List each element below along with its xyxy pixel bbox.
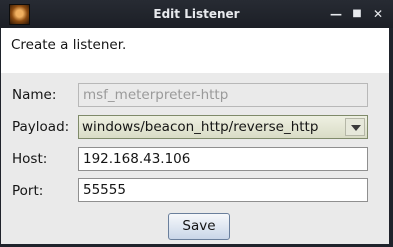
name-field: msf_meterpreter-http [78,83,368,107]
port-label: Port: [12,183,44,199]
close-icon[interactable]: ✕ [370,0,386,28]
host-label: Host: [12,151,48,167]
dialog-content: Create a listener. Name: msf_meterpreter… [1,28,389,244]
port-field[interactable]: 55555 [78,178,368,202]
banner-text: Create a listener. [11,37,127,53]
payload-select[interactable]: windows/beacon_http/reverse_http [78,115,368,139]
maximize-icon[interactable]: ■ [349,0,365,28]
payload-select-value: windows/beacon_http/reverse_http [82,119,319,135]
description-banner: Create a listener. [1,28,389,73]
payload-label: Payload: [12,119,70,135]
edit-listener-window: Edit Listener — ■ ✕ Create a listener. N… [0,0,393,247]
host-field[interactable]: 192.168.43.106 [78,147,368,171]
minimize-icon[interactable]: — [328,0,344,28]
save-button[interactable]: Save [168,213,230,240]
dropdown-button[interactable] [345,118,365,136]
title-bar[interactable]: Edit Listener — ■ ✕ [0,0,393,28]
name-label: Name: [12,87,57,103]
chevron-down-icon [351,125,361,131]
